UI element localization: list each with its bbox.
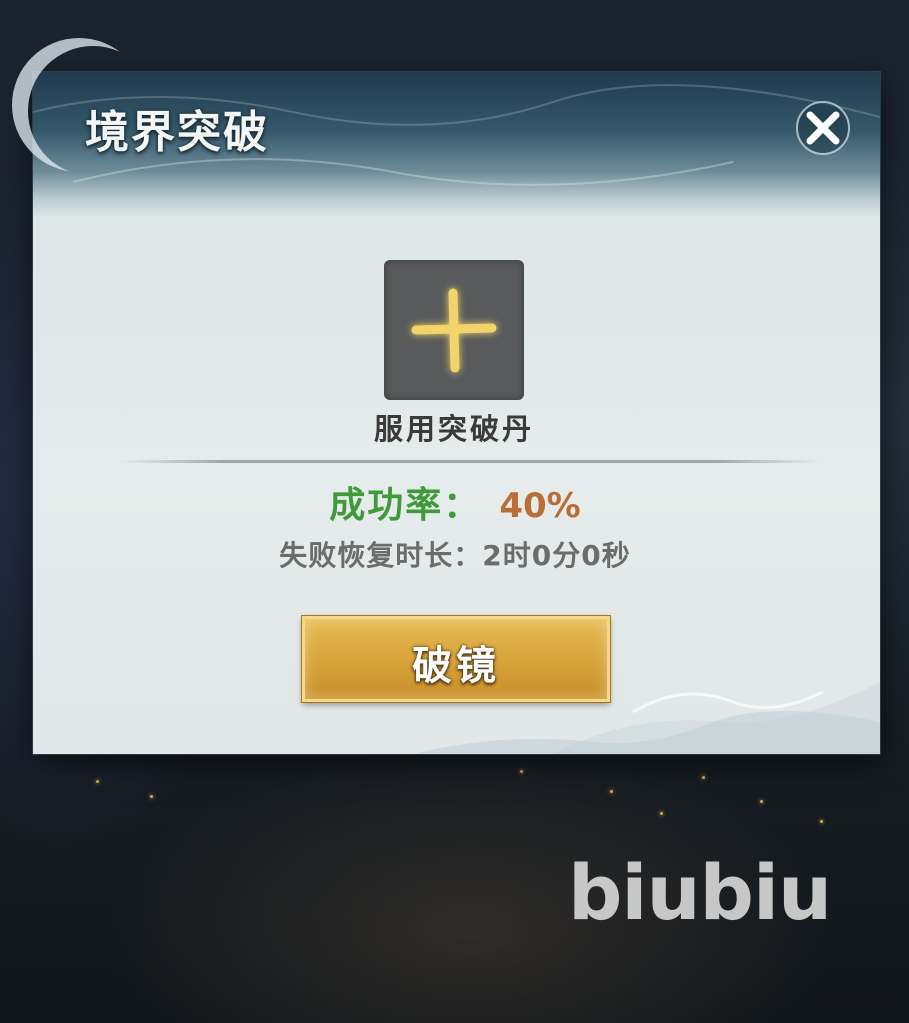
sparkle-particle [520, 770, 523, 773]
sparkle-particle [150, 795, 153, 798]
game-screen: { "dialog": { "title": "境界突破", "close_ic… [0, 0, 909, 1023]
sparkle-particle [610, 790, 613, 793]
watermark-logo: biubiu [568, 848, 832, 937]
success-rate-value: 40% [499, 486, 581, 526]
slot-label: 服用突破丹 [373, 412, 534, 446]
add-plus-icon [411, 288, 497, 373]
close-button[interactable] [791, 96, 855, 160]
break-realm-button-label: 破镜 [412, 642, 500, 689]
success-rate-row: 成功率： 40% [280, 476, 630, 526]
sparkle-particle [660, 812, 663, 815]
success-rate-label: 成功率： [329, 485, 482, 526]
pill-item-slot[interactable] [384, 260, 524, 400]
dialog-title: 境界突破 [85, 107, 269, 158]
sparkle-particle [702, 776, 705, 779]
divider [120, 460, 820, 463]
sparkle-particle [96, 780, 99, 783]
break-realm-button[interactable]: 破镜 [302, 616, 610, 702]
sparkle-particle [820, 820, 823, 823]
sparkle-particle [760, 800, 763, 803]
close-icon [796, 101, 850, 155]
failure-recovery-time: 失败恢复时长：2时0分0秒 [279, 539, 631, 572]
